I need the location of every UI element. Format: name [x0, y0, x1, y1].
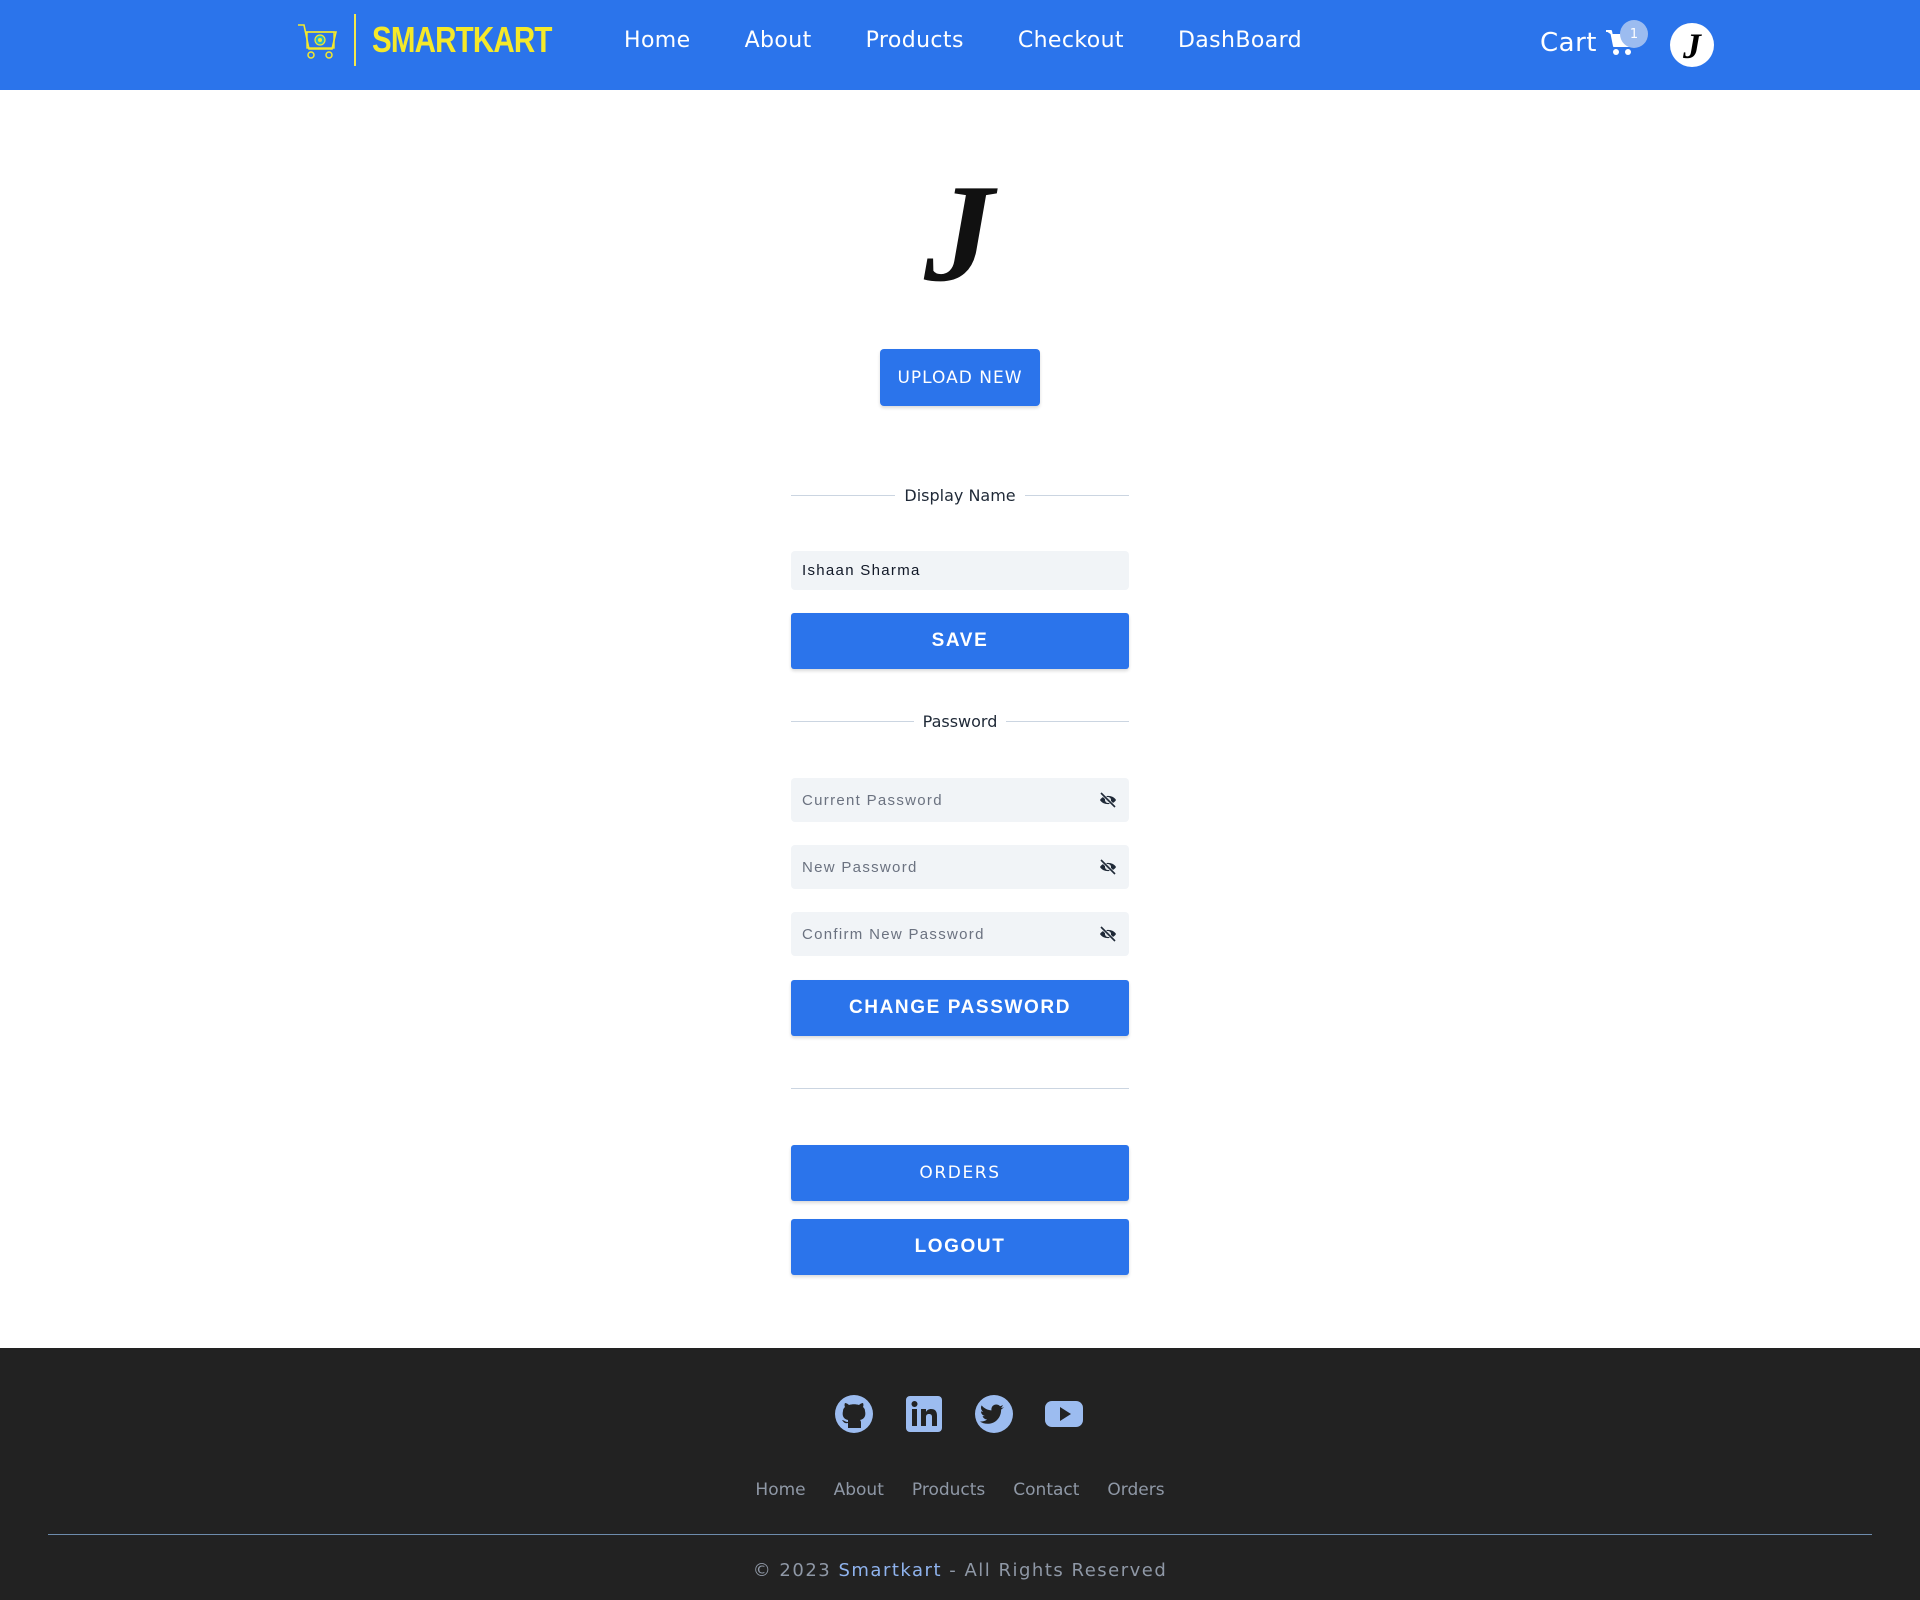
- divider-line: [791, 495, 896, 496]
- logout-button[interactable]: LOGOUT: [791, 1219, 1129, 1275]
- github-icon[interactable]: [834, 1394, 874, 1434]
- nav-link-products[interactable]: Products: [866, 28, 964, 53]
- linkedin-icon[interactable]: [904, 1394, 944, 1434]
- copyright-brand-link[interactable]: Smartkart: [838, 1560, 942, 1581]
- current-password-field: [791, 778, 1129, 822]
- main-nav: Home About Products Checkout DashBoard: [624, 28, 1356, 53]
- divider-line: [1006, 721, 1130, 722]
- profile-picture: J: [901, 162, 1021, 292]
- cart-count-badge: 1: [1620, 20, 1648, 48]
- footer-link-about[interactable]: About: [834, 1480, 884, 1500]
- footer-link-contact[interactable]: Contact: [1013, 1480, 1079, 1500]
- nav-link-home[interactable]: Home: [624, 28, 691, 53]
- copyright: © 2023 Smartkart - All Rights Reserved: [0, 1560, 1920, 1581]
- brand-divider: [354, 14, 356, 66]
- brand-name: SMARTKART: [372, 19, 552, 60]
- profile-picture-letter: J: [923, 162, 998, 292]
- social-links: [834, 1394, 1114, 1434]
- divider-line: [791, 721, 914, 722]
- display-name-section-label: Display Name: [791, 486, 1130, 505]
- current-password-input[interactable]: [802, 791, 1098, 809]
- brand-logo[interactable]: SMARTKART: [296, 14, 591, 66]
- footer-link-orders[interactable]: Orders: [1107, 1480, 1164, 1500]
- shopping-cart-logo-icon: [298, 24, 338, 59]
- profile-picture-image: J: [923, 162, 998, 292]
- display-name-heading: Display Name: [904, 486, 1016, 505]
- eye-slash-icon[interactable]: [1098, 926, 1118, 942]
- section-divider: [791, 1088, 1129, 1089]
- footer-link-products[interactable]: Products: [912, 1480, 985, 1500]
- youtube-icon[interactable]: [1044, 1394, 1084, 1434]
- upload-new-button[interactable]: UPLOAD NEW: [880, 349, 1040, 406]
- nav-link-checkout[interactable]: Checkout: [1018, 28, 1124, 53]
- confirm-password-input[interactable]: [802, 925, 1098, 943]
- password-heading: Password: [922, 712, 998, 731]
- new-password-input[interactable]: [802, 858, 1098, 876]
- display-name-field: [791, 551, 1129, 590]
- footer: Home About Products Contact Orders © 202…: [0, 1348, 1920, 1600]
- footer-link-home[interactable]: Home: [755, 1480, 805, 1500]
- twitter-icon[interactable]: [974, 1394, 1014, 1434]
- nav-link-dashboard[interactable]: DashBoard: [1178, 28, 1302, 53]
- confirm-password-field: [791, 912, 1129, 956]
- cart-button[interactable]: Cart 1: [1540, 20, 1648, 58]
- password-section-label: Password: [791, 712, 1130, 731]
- navbar: SMARTKART Home About Products Checkout D…: [0, 0, 1920, 90]
- nav-link-about[interactable]: About: [745, 28, 812, 53]
- copyright-suffix: - All Rights Reserved: [942, 1560, 1168, 1581]
- orders-button[interactable]: ORDERS: [791, 1145, 1129, 1201]
- new-password-field: [791, 845, 1129, 889]
- copyright-prefix: © 2023: [752, 1560, 839, 1581]
- display-name-input[interactable]: [802, 562, 1118, 579]
- avatar-letter: J: [1682, 26, 1702, 65]
- divider-line: [1024, 495, 1130, 496]
- user-avatar[interactable]: J: [1670, 23, 1714, 67]
- avatar-image: J: [1682, 26, 1702, 65]
- eye-slash-icon[interactable]: [1098, 859, 1118, 875]
- footer-divider: [48, 1534, 1872, 1535]
- save-button[interactable]: SAVE: [791, 613, 1129, 669]
- footer-nav: Home About Products Contact Orders: [0, 1480, 1920, 1500]
- cart-label: Cart: [1540, 28, 1597, 58]
- eye-slash-icon[interactable]: [1098, 792, 1118, 808]
- change-password-button[interactable]: CHANGE PASSWORD: [791, 980, 1129, 1036]
